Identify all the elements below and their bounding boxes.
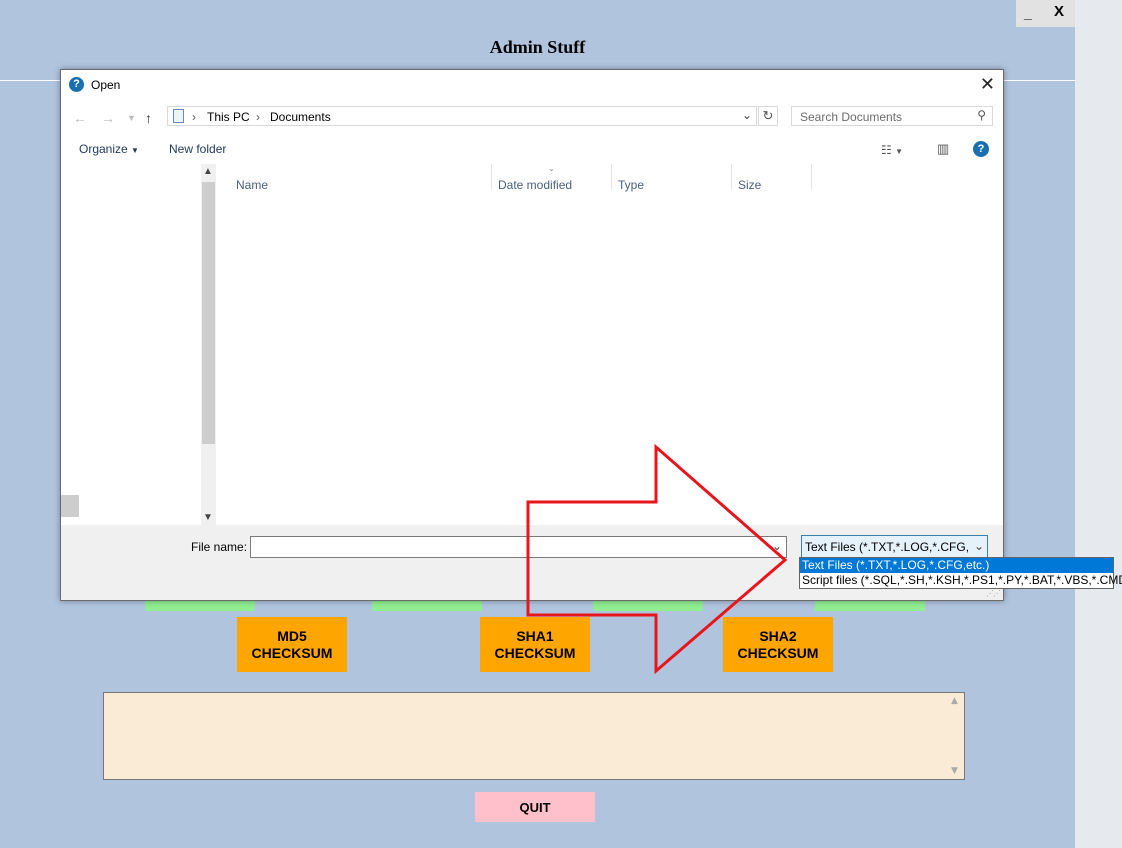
search-icon: ⚲ (977, 108, 986, 122)
sort-caret-icon: ⌄ (548, 164, 555, 173)
navigation-pane[interactable] (61, 164, 216, 525)
column-separator (731, 164, 732, 190)
dialog-titlebar: ? Open ✕ (61, 70, 1003, 100)
window-controls: _ X (1016, 0, 1075, 27)
file-name-label: File name: (191, 540, 248, 554)
back-arrow-icon[interactable]: ← (73, 110, 87, 126)
breadcrumb-separator: › (192, 110, 196, 124)
sha1-checksum-button[interactable]: SHA1 CHECKSUM (480, 617, 590, 672)
file-type-option-script[interactable]: Script files (*.SQL,*.SH,*.KSH,*.PS1,*.P… (800, 573, 1122, 588)
file-type-option-text[interactable]: Text Files (*.TXT,*.LOG,*.CFG,etc.) (800, 558, 1113, 573)
scroll-down-icon[interactable]: ▼ (203, 512, 213, 523)
sha2-checksum-button[interactable]: SHA2 CHECKSUM (723, 617, 833, 672)
file-type-select[interactable]: Text Files (*.TXT,*.LOG,*.CFG,et ⌄ (801, 535, 988, 558)
address-bar[interactable]: › This PC › Documents ⌄ (167, 106, 757, 126)
column-separator (811, 164, 812, 190)
column-header-size[interactable]: Size (738, 178, 761, 192)
md5-checksum-button[interactable]: MD5 CHECKSUM (237, 617, 347, 672)
app-title: Admin Stuff (489, 37, 586, 57)
close-window-button[interactable]: X (1054, 3, 1064, 20)
scroll-up-icon[interactable]: ▲ (951, 696, 958, 706)
file-name-input[interactable]: ⌄ (250, 536, 787, 558)
column-separator (611, 164, 612, 190)
breadcrumb-separator: › (256, 110, 260, 124)
breadcrumb-documents[interactable]: Documents (270, 110, 331, 124)
scroll-up-icon[interactable]: ▲ (203, 166, 213, 177)
forward-arrow-icon[interactable]: → (101, 110, 115, 126)
chevron-down-icon[interactable]: ⌄ (974, 539, 984, 553)
breadcrumb-this-pc[interactable]: This PC (207, 110, 250, 124)
new-folder-button[interactable]: New folder (169, 142, 226, 156)
output-textbox[interactable]: ▲ ▼ (103, 692, 965, 780)
file-name-dropdown-icon[interactable]: ⌄ (772, 539, 782, 553)
quit-button[interactable]: QUIT (475, 792, 595, 822)
column-header-date-modified[interactable]: Date modified (498, 178, 572, 192)
open-file-dialog: ? Open ✕ ← → ▼ ↑ › This PC › Documents ⌄… (60, 69, 1004, 601)
file-list[interactable]: ⌄ Name Date modified Type Size (216, 164, 1003, 525)
up-arrow-icon[interactable]: ↑ (145, 110, 152, 126)
organize-label: Organize (79, 142, 128, 156)
minimize-button[interactable]: _ (1024, 5, 1032, 21)
address-dropdown-icon[interactable]: ⌄ (742, 108, 752, 122)
recent-chevron-icon[interactable]: ▼ (127, 113, 136, 123)
question-icon: ? (69, 77, 84, 92)
dialog-title: Open (91, 78, 121, 92)
search-input[interactable]: Search Documents ⚲ (791, 106, 993, 126)
scroll-down-icon[interactable]: ▼ (951, 766, 958, 776)
resize-grip-icon[interactable]: ⋰⋰ (986, 589, 1001, 598)
file-type-dropdown-list: Text Files (*.TXT,*.LOG,*.CFG,etc.) Scri… (799, 557, 1122, 589)
refresh-icon[interactable]: ↻ (758, 106, 778, 126)
column-separator (491, 164, 492, 190)
dialog-toolbar: ← → ▼ ↑ › This PC › Documents ⌄ ↻ Search… (61, 100, 1003, 164)
documents-folder-icon (173, 109, 184, 123)
preview-pane-icon[interactable]: ▥ (937, 141, 949, 157)
column-header-type[interactable]: Type (618, 178, 644, 192)
help-icon[interactable]: ? (973, 141, 989, 157)
chevron-down-icon: ▼ (131, 146, 139, 155)
window-right-strip (1075, 0, 1122, 848)
chevron-down-icon: ▼ (895, 147, 904, 156)
view-options-icon[interactable]: ☷ ▼ (881, 143, 903, 157)
output-scrollbar[interactable]: ▲ ▼ (947, 693, 964, 779)
horizontal-scrollbar-thumb[interactable] (61, 495, 79, 517)
organize-menu[interactable]: Organize ▼ (79, 142, 139, 156)
dialog-close-icon[interactable]: ✕ (980, 74, 995, 95)
scrollbar-thumb[interactable] (202, 182, 215, 444)
navigation-scrollbar[interactable]: ▲ ▼ (201, 164, 216, 525)
column-header-name[interactable]: Name (236, 178, 268, 192)
search-placeholder: Search Documents (800, 110, 903, 124)
file-type-selected: Text Files (*.TXT,*.LOG,*.CFG,et (805, 540, 969, 554)
